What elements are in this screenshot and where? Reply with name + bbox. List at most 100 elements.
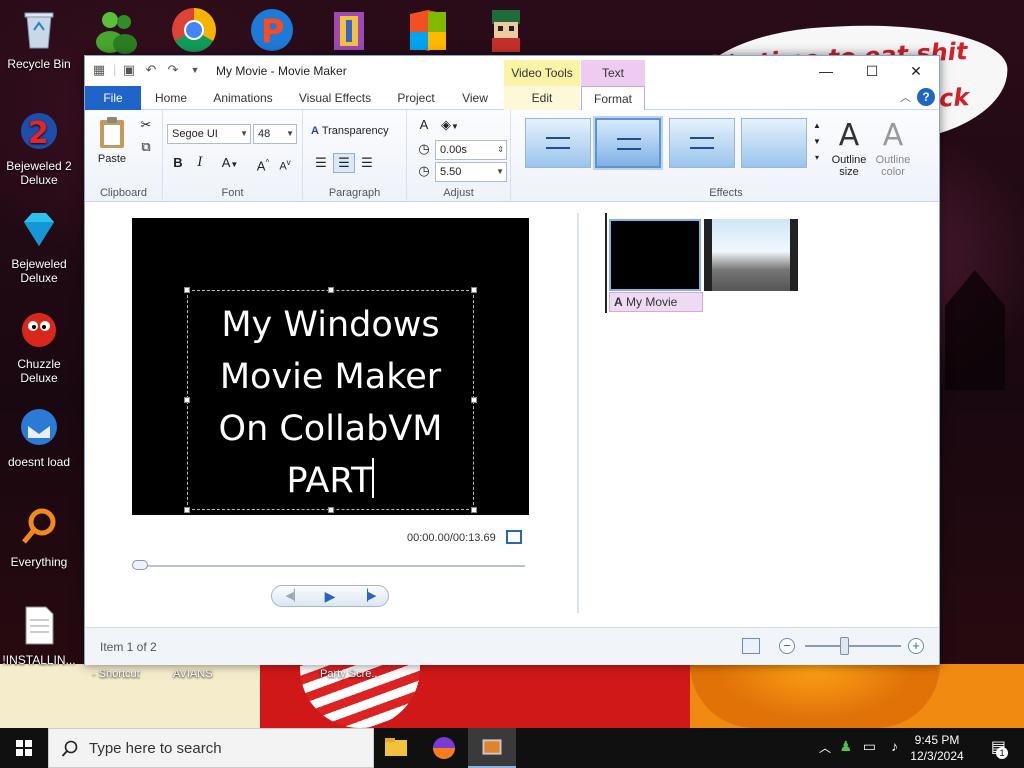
desktop-icon-chuzzle[interactable]: Chuzzle Deluxe xyxy=(0,308,78,385)
align-left-icon[interactable]: ☰ xyxy=(311,154,331,172)
save-icon[interactable]: ▣ xyxy=(121,62,137,78)
status-bar: Item 1 of 2 − + xyxy=(85,627,939,665)
close-button[interactable]: ✕ xyxy=(893,56,939,86)
resize-handle[interactable] xyxy=(471,507,477,513)
next-frame-icon[interactable]: ▕▶ xyxy=(350,586,386,606)
game-character-icon[interactable] xyxy=(482,6,530,54)
volume-icon[interactable]: ♪ xyxy=(891,738,898,754)
zoom-in-button[interactable]: + xyxy=(908,638,924,654)
align-right-icon[interactable]: ☰ xyxy=(357,154,377,172)
desktop-icon-everything[interactable]: Everything xyxy=(0,506,78,569)
people-tray-icon[interactable]: ♟ xyxy=(839,738,852,755)
ribbon: Paste ✂ ⧉ Clipboard Segoe UI ▼ 48 ▼ B I A▼… xyxy=(85,110,939,202)
font-family-combo[interactable]: Segoe UI ▼ xyxy=(167,124,251,144)
italic-button[interactable]: I xyxy=(191,154,209,172)
desktop-icon-bejeweled-2[interactable]: 2 Bejeweled 2 Deluxe xyxy=(0,110,78,187)
seek-thumb[interactable] xyxy=(132,560,148,570)
font-color-button[interactable]: A▼ xyxy=(217,154,243,174)
video-preview[interactable]: My Windows Movie Maker On CollabVM PART xyxy=(132,218,529,515)
storyboard-clip-1[interactable] xyxy=(609,219,701,291)
taskbar: Type here to search ︿ ♟ ▭ ♪ 9:45 PM 12/3… xyxy=(0,728,1024,768)
storyboard-caption-clip[interactable]: A My Movie xyxy=(609,292,703,312)
font-size-combo[interactable]: 48 ▼ xyxy=(253,124,297,144)
resize-handle[interactable] xyxy=(328,287,334,293)
p-app-icon[interactable]: P xyxy=(248,6,296,54)
group-effects: ▲ ▼ ▾ A Outline size A Outline color Effec… xyxy=(511,110,941,202)
transparency-button[interactable]: A Transparency xyxy=(311,125,389,137)
copy-icon[interactable]: ⧉ xyxy=(137,138,155,156)
tab-file[interactable]: File xyxy=(85,86,141,110)
resize-handle[interactable] xyxy=(184,507,190,513)
effect-thumbnail-2[interactable] xyxy=(593,116,663,170)
redo-icon[interactable]: ↷ xyxy=(165,62,181,78)
qat-dropdown-icon[interactable]: ▼ xyxy=(187,62,203,78)
windows-start-icon[interactable] xyxy=(0,728,48,768)
people-icon[interactable] xyxy=(92,6,140,54)
minimize-button[interactable]: — xyxy=(803,56,849,86)
cut-icon[interactable]: ✂ xyxy=(137,116,155,134)
tab-edit[interactable]: Edit xyxy=(504,86,580,110)
bold-button[interactable]: B xyxy=(169,154,187,172)
outline-size-button[interactable]: A Outline size xyxy=(827,118,871,178)
chrome-icon[interactable] xyxy=(170,6,218,54)
tab-visual-effects[interactable]: Visual Effects xyxy=(291,86,379,110)
tab-format[interactable]: Format xyxy=(581,86,645,111)
caption-textbox[interactable]: My Windows Movie Maker On CollabVM PART xyxy=(184,287,477,513)
everything-search-icon xyxy=(22,508,56,544)
shrink-font-button[interactable]: Av xyxy=(275,154,295,176)
collapse-ribbon-icon[interactable]: ︿ xyxy=(900,89,911,105)
resize-handle[interactable] xyxy=(184,287,190,293)
align-center-icon[interactable]: ☰ xyxy=(333,153,355,173)
notification-count-badge: 1 xyxy=(996,747,1008,759)
resize-handle[interactable] xyxy=(328,507,334,513)
winrar-icon[interactable] xyxy=(326,6,374,54)
undo-icon[interactable]: ↶ xyxy=(143,62,159,78)
tray-overflow-icon[interactable]: ︿ xyxy=(819,739,831,756)
outline-color-button[interactable]: A Outline color xyxy=(871,118,915,178)
pane-splitter[interactable] xyxy=(577,213,579,613)
start-time-spinner[interactable]: 0.00s ⇕ xyxy=(435,140,507,160)
effect-thumbnail-1[interactable] xyxy=(525,118,591,168)
movie-maker-taskbar-icon[interactable] xyxy=(468,728,516,768)
file-explorer-icon[interactable] xyxy=(372,728,420,768)
tab-project[interactable]: Project xyxy=(385,86,447,110)
help-area: ︿ ? xyxy=(900,88,935,106)
desktop-icon-bejeweled[interactable]: Bejeweled Deluxe xyxy=(0,208,78,285)
text-color-icon[interactable]: A xyxy=(415,116,433,134)
tab-animations[interactable]: Animations xyxy=(203,86,283,110)
tab-home[interactable]: Home xyxy=(145,86,197,110)
context-group-text-tools: Text Tools xyxy=(581,60,645,106)
grow-font-button[interactable]: A^ xyxy=(253,154,273,175)
zoom-out-button[interactable]: − xyxy=(779,638,795,654)
background-color-icon[interactable]: ◈▼ xyxy=(437,116,463,136)
group-label-effects: Effects xyxy=(709,187,743,199)
resize-handle[interactable] xyxy=(471,287,477,293)
previous-frame-icon[interactable]: ◀▏ xyxy=(276,586,312,606)
maximize-button[interactable]: ☐ xyxy=(849,56,895,86)
recycle-bin-icon xyxy=(24,12,54,49)
thumbnail-size-icon[interactable] xyxy=(742,638,760,654)
effect-thumbnail-3[interactable] xyxy=(669,118,735,168)
desktop-icon-thunderbird[interactable]: doesnt load xyxy=(0,406,78,469)
seek-bar[interactable] xyxy=(135,565,525,567)
desktop-icon-installing[interactable]: !INSTALLIN... xyxy=(0,604,78,667)
paste-button[interactable]: Paste xyxy=(93,116,131,165)
taskbar-clock[interactable]: 9:45 PM 12/3/2024 xyxy=(902,732,972,764)
duration-combo[interactable]: 5.50 ▼ xyxy=(435,162,507,182)
help-icon[interactable]: ? xyxy=(917,88,935,106)
windows-update-icon[interactable] xyxy=(404,6,452,54)
fullscreen-icon[interactable] xyxy=(506,530,522,544)
zoom-slider-thumb[interactable] xyxy=(840,637,849,655)
zoom-slider-track[interactable] xyxy=(805,645,901,647)
desktop-icon-recycle-bin[interactable]: Recycle Bin xyxy=(0,8,78,71)
effect-thumbnail-4[interactable] xyxy=(741,118,807,168)
taskbar-search-box[interactable]: Type here to search xyxy=(48,728,374,768)
effects-scroll-icon[interactable]: ▲ ▼ ▾ xyxy=(811,118,823,166)
storyboard-playhead[interactable] xyxy=(605,213,607,313)
firefox-icon[interactable] xyxy=(420,728,468,768)
tab-view[interactable]: View xyxy=(451,86,499,110)
app-film-icon[interactable]: ▦ xyxy=(91,62,107,78)
network-icon[interactable]: ▭ xyxy=(863,738,876,755)
play-icon[interactable]: ▶ xyxy=(312,586,348,606)
storyboard-clip-2[interactable] xyxy=(704,219,798,291)
